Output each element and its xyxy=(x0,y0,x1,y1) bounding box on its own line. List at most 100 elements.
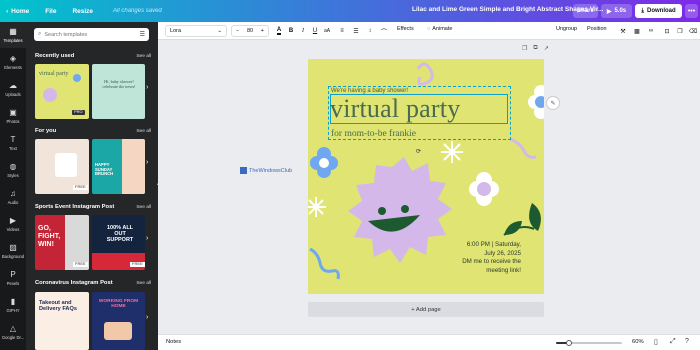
spacing-button[interactable]: ↕ xyxy=(365,25,375,37)
search-box[interactable]: ⌕ ☰ xyxy=(34,28,149,41)
section-title: For you xyxy=(35,128,57,134)
duplicate-page-icon[interactable]: ❐ xyxy=(522,45,527,52)
search-input[interactable] xyxy=(44,31,137,38)
list-button[interactable]: ☰ xyxy=(351,25,361,37)
rail-item-elements[interactable]: ◈ Elements xyxy=(0,49,26,75)
effects-button[interactable]: Effects xyxy=(397,26,414,32)
add-page-button[interactable]: + Add page xyxy=(308,302,544,317)
text-color-button[interactable]: A xyxy=(274,25,284,37)
chevron-right-icon[interactable]: › xyxy=(146,235,148,242)
more-options-button[interactable]: ••• xyxy=(685,4,698,18)
headline-text[interactable]: virtual party xyxy=(330,94,460,124)
see-all-link[interactable]: See all xyxy=(136,281,151,286)
file-menu[interactable]: File xyxy=(45,8,56,15)
thumb-text: HAPPY SUNDAY BRUNCH xyxy=(95,162,114,177)
chevron-right-icon[interactable]: › xyxy=(146,84,148,91)
rail-item-giphy[interactable]: ▮ GIPHY xyxy=(0,292,26,318)
fullscreen-icon[interactable]: ⤢ xyxy=(670,338,676,346)
lock-button[interactable]: ⊡ xyxy=(662,25,672,37)
elements-icon: ◈ xyxy=(9,53,17,63)
details-line: 6:00 PM | Saturday, xyxy=(466,241,521,248)
top-bar: ‹ Home File Resize All changes saved Lila… xyxy=(0,0,700,22)
play-icon: ▶ xyxy=(606,8,612,15)
curve-button[interactable]: ⌒ xyxy=(379,25,389,37)
rotate-handle-icon[interactable]: ⟳ xyxy=(416,148,421,155)
squiggle-shape xyxy=(416,62,434,86)
ungroup-button[interactable]: Ungroup xyxy=(556,26,577,32)
rail-item-uploads[interactable]: ☁ Uploads xyxy=(0,76,26,102)
zoom-level[interactable]: 60% xyxy=(632,339,644,345)
eye-shape xyxy=(401,205,409,213)
see-all-link[interactable]: See all xyxy=(136,129,151,134)
sparkle-shape xyxy=(308,197,326,217)
rail-item-google-dr[interactable]: △ Google Dr... xyxy=(0,319,26,345)
squiggle-shape xyxy=(309,247,340,280)
rail-item-templates[interactable]: ▦ Templates xyxy=(0,22,26,48)
filter-icon[interactable]: ☰ xyxy=(140,31,145,38)
italic-button[interactable]: I xyxy=(298,25,308,37)
share-button[interactable]: Share xyxy=(573,4,598,18)
home-button[interactable]: ‹ Home xyxy=(6,8,29,15)
eye-shape xyxy=(378,207,386,215)
rail-item-pexels[interactable]: P Pexels xyxy=(0,265,26,291)
watermark-text: TheWindowsClub xyxy=(249,167,293,174)
zoom-slider[interactable] xyxy=(556,340,622,346)
rail-item-styles[interactable]: ◍ Styles xyxy=(0,157,26,183)
animate-button[interactable]: ◌ Animate xyxy=(427,26,452,32)
rail-item-background[interactable]: ▨ Background xyxy=(0,238,26,264)
rail-item-label: Google Dr... xyxy=(1,334,25,340)
plus-icon[interactable]: + xyxy=(261,28,264,34)
template-thumbnail[interactable]: WORKING FROM HOME xyxy=(92,292,145,350)
rail-item-audio[interactable]: ♫ Audio xyxy=(0,184,26,210)
minus-icon[interactable]: − xyxy=(236,28,239,34)
rail-item-label: Photos xyxy=(6,118,20,124)
rail-item-label: Templates xyxy=(3,37,23,43)
zoom-slider-handle[interactable] xyxy=(566,340,573,346)
transparency-button[interactable]: ▩ xyxy=(632,25,642,37)
bold-icon: B xyxy=(288,28,294,34)
transparency-icon: ▩ xyxy=(634,28,640,35)
position-button[interactable]: Position xyxy=(587,26,607,32)
template-thumbnail[interactable]: Hi, baby shower! celebrate the news! xyxy=(92,64,145,119)
subtitle-text[interactable]: for mom-to-be frankie xyxy=(331,129,416,139)
present-button[interactable]: ▶ 5.0s xyxy=(601,4,632,18)
rail-item-text[interactable]: T Text xyxy=(0,130,26,156)
font-family-select[interactable]: Lora ⌄ xyxy=(165,25,227,37)
underline-icon: U xyxy=(312,28,318,34)
page-view-icon[interactable]: ▯ xyxy=(654,338,658,346)
notes-button[interactable]: Notes xyxy=(166,339,181,345)
download-button[interactable]: ⤓ Download xyxy=(635,4,682,18)
rail-item-videos[interactable]: ▶ Videos xyxy=(0,211,26,237)
rail-item-photos[interactable]: ▣ Photos xyxy=(0,103,26,129)
align-button[interactable]: ≡ xyxy=(337,25,347,37)
rail-item-label: GIPHY xyxy=(6,307,20,313)
see-all-link[interactable]: See all xyxy=(136,54,151,59)
template-thumbnail[interactable]: Takeout and Delivery FAQs xyxy=(35,292,89,350)
chevron-right-icon[interactable]: › xyxy=(146,159,148,166)
template-thumbnail[interactable]: HAPPY SUNDAY BRUNCH xyxy=(92,139,145,194)
copy-page-icon[interactable]: ⧉ xyxy=(533,45,537,52)
event-details-text[interactable]: 6:00 PM | Saturday, July 26, 2025 DM me … xyxy=(462,241,521,275)
see-all-link[interactable]: See all xyxy=(136,205,151,210)
duplicate-button[interactable]: ❐ xyxy=(675,25,685,37)
link-button[interactable]: ∞ xyxy=(646,25,656,37)
template-thumbnail[interactable]: GO, FIGHT, WIN! FREE xyxy=(35,215,89,270)
format-painter-button[interactable]: ⚒ xyxy=(618,25,628,37)
add-page-icon[interactable]: ↗ xyxy=(544,45,549,52)
chevron-right-icon[interactable]: › xyxy=(146,314,148,321)
canvas-workspace: ❐ ⧉ ↗ TheWindowsClub We're having a baby… xyxy=(158,40,700,334)
audio-icon: ♫ xyxy=(10,188,16,198)
free-badge: FREE xyxy=(130,261,145,267)
bold-button[interactable]: B xyxy=(286,25,296,37)
template-thumbnail[interactable]: virtual party PRO xyxy=(35,64,89,119)
delete-button[interactable]: ⌫ xyxy=(688,25,698,37)
design-page[interactable]: We're having a baby shower! virtual part… xyxy=(308,59,544,294)
font-size-stepper[interactable]: − 80 + xyxy=(231,25,269,37)
resize-button[interactable]: Resize xyxy=(72,8,93,15)
help-icon[interactable]: ? xyxy=(685,338,689,345)
comment-button[interactable]: ✎ xyxy=(546,96,560,110)
template-thumbnail[interactable]: 100% ALL OUT SUPPORT FREE xyxy=(92,215,145,270)
underline-button[interactable]: U xyxy=(310,25,320,37)
template-thumbnail[interactable]: FREE xyxy=(35,139,89,194)
letter-case-button[interactable]: aA xyxy=(321,25,333,37)
